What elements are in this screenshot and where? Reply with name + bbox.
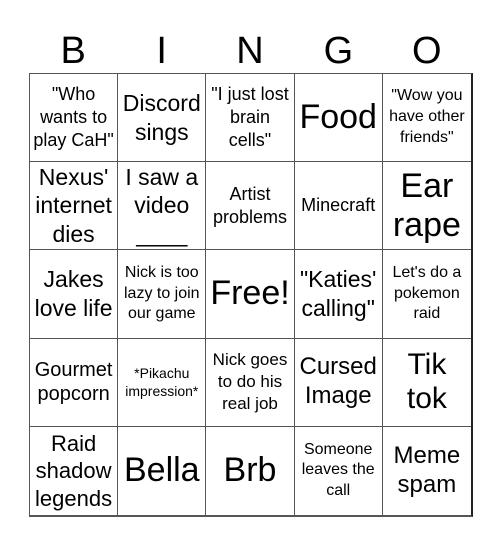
bingo-cell[interactable]: "I just lost brain cells" (206, 74, 295, 163)
bingo-cell[interactable]: "Wow you have other friends" (382, 74, 471, 163)
bingo-cell[interactable]: Let's do a pokemon raid (382, 250, 471, 339)
bingo-cell[interactable]: I saw a video ____ (118, 162, 207, 251)
bingo-cell[interactable]: Raid shadow legends (30, 426, 119, 515)
bingo-cell[interactable]: Cursed Image (294, 338, 383, 427)
bingo-cell[interactable]: Tik tok (382, 339, 471, 427)
bingo-cell[interactable]: Artist problems (206, 162, 295, 251)
bingo-cell[interactable]: Discord sings (118, 74, 207, 163)
bingo-cell[interactable]: Gourmet popcorn (30, 338, 119, 427)
header-letter-g: G (323, 30, 354, 72)
bingo-cell[interactable]: Ear rape (382, 162, 471, 251)
bingo-cell[interactable]: Meme spam (383, 427, 471, 515)
bingo-cell[interactable]: *Pikachu impression* (118, 338, 207, 427)
bingo-cell[interactable]: Food (294, 74, 383, 163)
bingo-cell[interactable]: Jakes love life (30, 250, 119, 339)
bingo-cell[interactable]: Brb (206, 426, 295, 515)
bingo-cell[interactable]: Bella (118, 426, 207, 515)
bingo-cell[interactable]: "Katies' calling" (294, 250, 383, 339)
bingo-cell[interactable]: "Who wants to play CaH" (30, 74, 119, 163)
bingo-cell[interactable]: Minecraft (294, 162, 383, 251)
bingo-card-grid: "Who wants to play CaH" Discord sings "I… (29, 73, 473, 517)
bingo-cell[interactable]: Nick is too lazy to join our game (118, 250, 207, 339)
header-letter-o: O (412, 30, 442, 72)
header-letter-b: B (60, 30, 86, 72)
bingo-cell[interactable]: Nick goes to do his real job (206, 338, 295, 427)
header-letter-n: N (236, 30, 264, 72)
bingo-cell[interactable]: Someone leaves the call (295, 426, 383, 515)
bingo-cell free-space[interactable]: Free! (206, 250, 295, 339)
bingo-cell[interactable]: Nexus' internet dies (30, 162, 119, 251)
header-letter-i: I (156, 30, 167, 72)
bingo-header: B I N G O (29, 30, 471, 72)
